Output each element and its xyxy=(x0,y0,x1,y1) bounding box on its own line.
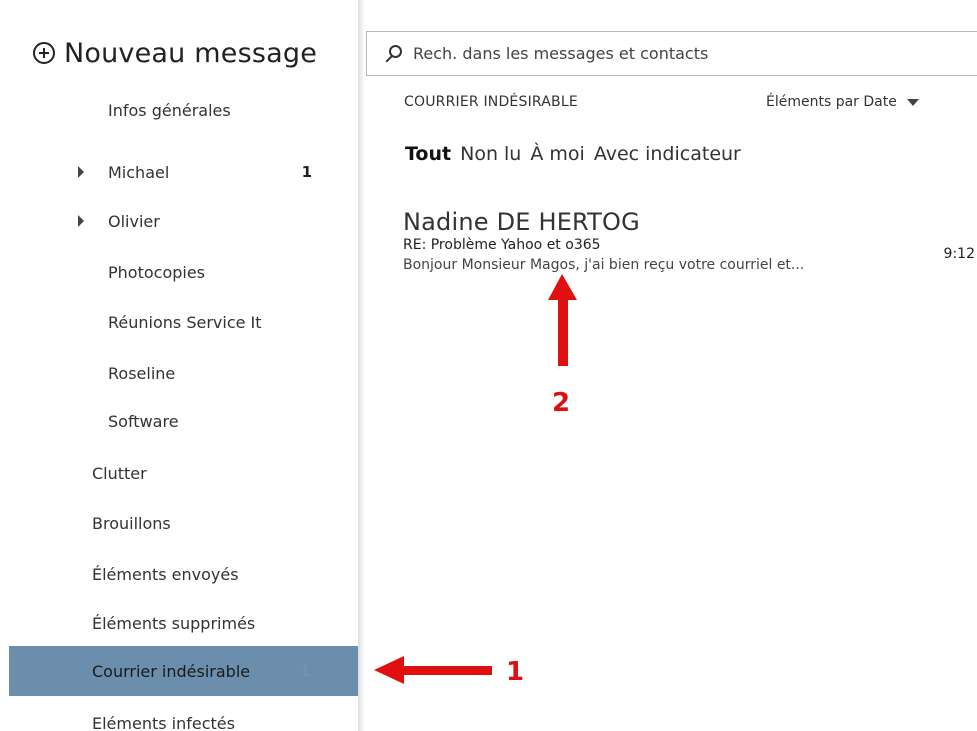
message-time: 9:12 xyxy=(943,246,975,262)
folder-item-courrier-indesirable[interactable]: Courrier indésirable 1 xyxy=(9,646,358,696)
folder-pane: Nouveau message Infos générales Michael … xyxy=(0,0,358,731)
sort-label: Éléments par Date xyxy=(766,94,897,110)
folder-label: Software xyxy=(108,411,179,431)
folder-label: Infos générales xyxy=(108,101,231,120)
folder-item-reunions-service-it[interactable]: Réunions Service It xyxy=(0,303,358,341)
folder-label: Courrier indésirable xyxy=(92,661,251,681)
unread-count: 1 xyxy=(300,662,310,680)
folder-item-elements-supprimes[interactable]: Éléments supprimés xyxy=(0,604,358,642)
folder-item-software[interactable]: Software xyxy=(0,402,358,440)
filter-tab-tout[interactable]: Tout xyxy=(405,143,451,165)
annotation-label-1: 1 xyxy=(506,657,524,687)
message-preview: Bonjour Monsieur Magos, j'ai bien reçu v… xyxy=(403,257,805,273)
filter-tab-avec-indicateur[interactable]: Avec indicateur xyxy=(594,143,741,165)
sort-dropdown[interactable]: Éléments par Date xyxy=(766,94,919,110)
annotation-arrow-1: 1 xyxy=(374,656,524,687)
filter-tabs: Tout Non lu À moi Avec indicateur xyxy=(405,143,741,165)
pane-divider xyxy=(358,0,366,731)
folder-label: Éléments supprimés xyxy=(92,613,256,633)
filter-tab-non-lu[interactable]: Non lu xyxy=(460,143,521,165)
folder-item-infos-generales[interactable]: Infos générales xyxy=(0,101,358,142)
folder-item-elements-envoyes[interactable]: Éléments envoyés xyxy=(0,555,358,593)
plus-circle-icon xyxy=(33,42,55,64)
filter-tab-a-moi[interactable]: À moi xyxy=(530,143,584,165)
folder-item-roseline[interactable]: Roseline xyxy=(0,354,358,392)
unread-count: 1 xyxy=(301,163,312,181)
message-sender: Nadine DE HERTOG xyxy=(403,208,640,236)
folder-label: Clutter xyxy=(92,463,147,483)
expand-chevron-icon[interactable] xyxy=(78,166,84,178)
folder-item-photocopies[interactable]: Photocopies xyxy=(0,253,358,291)
folder-label: Michael xyxy=(108,162,170,182)
caret-down-icon xyxy=(906,98,919,106)
annotation-arrow-2: 2 xyxy=(548,274,577,418)
expand-chevron-icon[interactable] xyxy=(78,215,84,227)
folder-label: Roseline xyxy=(108,363,176,383)
folder-label: Olivier xyxy=(108,211,160,231)
search-placeholder: Rech. dans les messages et contacts xyxy=(413,44,709,63)
annotation-label-2: 2 xyxy=(552,388,570,418)
new-message-button[interactable]: Nouveau message xyxy=(33,33,317,73)
folder-label: Brouillons xyxy=(92,513,171,533)
folder-item-clutter[interactable]: Clutter xyxy=(0,454,358,492)
folder-label: Eléments infectés xyxy=(92,713,235,731)
folder-label: Réunions Service It xyxy=(108,312,262,332)
folder-item-brouillons[interactable]: Brouillons xyxy=(0,504,358,542)
new-message-label: Nouveau message xyxy=(64,37,318,69)
arrow-up-icon xyxy=(548,274,577,366)
folder-item-olivier[interactable]: Olivier xyxy=(0,202,358,240)
folder-title: COURRIER INDÉSIRABLE xyxy=(404,94,578,110)
message-list-item[interactable]: Nadine DE HERTOG RE: Problème Yahoo et o… xyxy=(403,208,977,273)
message-subject: RE: Problème Yahoo et o365 xyxy=(403,237,601,253)
folder-item-elements-infectes[interactable]: Eléments infectés xyxy=(0,704,358,731)
folder-item-michael[interactable]: Michael 1 xyxy=(0,153,358,191)
arrow-left-icon xyxy=(374,656,492,684)
folder-label: Photocopies xyxy=(108,262,206,282)
search-input[interactable]: Rech. dans les messages et contacts xyxy=(366,31,977,76)
search-icon[interactable] xyxy=(389,45,402,58)
folder-label: Éléments envoyés xyxy=(92,564,239,584)
